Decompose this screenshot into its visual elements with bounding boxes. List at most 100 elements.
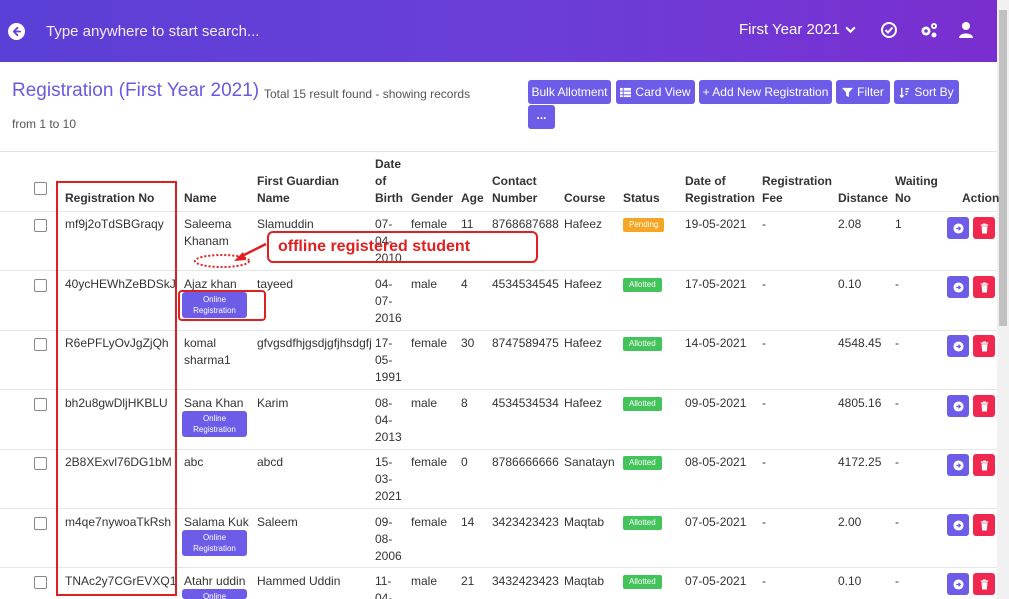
col-header-contact[interactable]: Contact Number (492, 173, 552, 207)
col-header-waiting-no[interactable]: Waiting No (895, 173, 943, 207)
cell-guardian: gfvgsdfhjgsdjgfjhsdgfj (257, 336, 372, 350)
cell-course: Hafeez (564, 277, 603, 291)
arrow-right-circle-icon (952, 281, 964, 293)
cell-registration-fee: - (762, 574, 766, 588)
back-arrow-icon[interactable] (8, 23, 25, 40)
col-header-action: Action (962, 191, 1000, 205)
trash-icon (980, 578, 988, 590)
filter-icon (842, 87, 854, 97)
year-select[interactable]: First Year 2021 (739, 21, 857, 38)
cell-contact: 3423423423 (492, 515, 559, 529)
row-checkbox[interactable] (34, 457, 47, 470)
delete-button[interactable] (973, 573, 995, 595)
delete-button[interactable] (973, 395, 995, 417)
delete-button[interactable] (973, 217, 995, 239)
col-header-gender[interactable]: Gender (411, 190, 453, 207)
col-header-dob[interactable]: Date of Birth (375, 156, 405, 207)
sort-icon (899, 87, 910, 98)
col-header-age[interactable]: Age (461, 190, 484, 207)
delete-button[interactable] (973, 276, 995, 298)
sort-by-label: Sort By (914, 85, 954, 99)
view-details-button[interactable] (947, 276, 969, 298)
more-options-button[interactable]: ... (528, 105, 555, 129)
cell-date-of-registration: 09-05-2021 (685, 396, 747, 410)
add-new-registration-button[interactable]: + Add New Registration (699, 80, 832, 104)
cell-gender: male (411, 574, 438, 588)
arrow-right-circle-icon (952, 400, 964, 412)
cell-name: Sana Khan (184, 396, 244, 410)
scrollbar-thumb[interactable] (999, 10, 1007, 326)
cell-registration-fee: - (762, 336, 766, 350)
col-header-status[interactable]: Status (623, 190, 660, 207)
view-details-button[interactable] (947, 217, 969, 239)
card-view-button[interactable]: Card View (616, 80, 695, 104)
sort-by-button[interactable]: Sort By (894, 80, 959, 104)
arrow-right-circle-icon (952, 519, 964, 531)
check-circle-icon[interactable] (880, 21, 898, 39)
cell-registration-fee: - (762, 217, 766, 231)
col-header-distance[interactable]: Distance (838, 190, 888, 207)
top-bar: First Year 2021 (0, 0, 997, 62)
online-registration-badge: Online Registration (182, 589, 247, 599)
cell-dob: 08-04-2013 (375, 396, 402, 444)
cell-waiting-no: - (895, 455, 899, 469)
more-options-label: ... (536, 108, 547, 122)
cell-distance: 2.00 (838, 515, 862, 529)
delete-button[interactable] (973, 514, 995, 536)
result-range: from 1 to 10 (12, 117, 77, 131)
col-header-registration-fee[interactable]: Registration Fee (762, 173, 834, 207)
cell-registration-fee: - (762, 515, 766, 529)
view-details-button[interactable] (947, 514, 969, 536)
row-checkbox[interactable] (34, 576, 47, 589)
header-divider (0, 151, 997, 152)
col-header-course[interactable]: Course (564, 190, 605, 207)
cell-waiting-no: - (895, 515, 899, 529)
cell-name: Atahr uddin (184, 574, 246, 588)
annotation-registration-column-box (56, 181, 177, 596)
search-input[interactable] (46, 20, 446, 42)
trash-icon (980, 281, 988, 293)
filter-button[interactable]: Filter (836, 80, 890, 104)
cell-gender: female (411, 515, 448, 529)
view-details-button[interactable] (947, 573, 969, 595)
cell-name: abc (184, 455, 204, 469)
delete-button[interactable] (973, 454, 995, 476)
cell-waiting-no: - (895, 574, 899, 588)
cell-dob: 17-05-1991 (375, 336, 402, 384)
add-new-registration-label: + Add New Registration (702, 85, 829, 99)
row-checkbox[interactable] (34, 517, 47, 530)
cell-contact: 8786666666 (492, 455, 559, 469)
col-header-date-of-registration[interactable]: Date of Registration (685, 173, 757, 207)
col-header-name[interactable]: Name (184, 190, 217, 207)
row-checkbox[interactable] (34, 338, 47, 351)
cell-contact: 3432423423 (492, 574, 559, 588)
cell-waiting-no: - (895, 396, 899, 410)
cell-waiting-no: - (895, 277, 899, 291)
cell-distance: 0.10 (838, 574, 862, 588)
view-details-button[interactable] (947, 454, 969, 476)
trash-icon (980, 519, 988, 531)
status-badge: Allotted (623, 516, 662, 530)
year-select-label: First Year 2021 (739, 21, 840, 38)
result-summary: Total 15 result found - showing records (264, 87, 471, 101)
col-header-guardian[interactable]: First Guardian Name (257, 173, 357, 207)
row-checkbox[interactable] (34, 279, 47, 292)
view-details-button[interactable] (947, 335, 969, 357)
cell-distance: 0.10 (838, 277, 862, 291)
cell-age: 8 (461, 396, 468, 410)
view-details-button[interactable] (947, 395, 969, 417)
user-icon[interactable] (957, 21, 975, 39)
select-all-checkbox[interactable] (34, 182, 47, 195)
bulk-allotment-button[interactable]: Bulk Allotment (528, 80, 611, 104)
annotation-arrow (194, 242, 267, 268)
online-registration-badge: Online Registration (182, 530, 247, 556)
row-checkbox[interactable] (34, 219, 47, 232)
cogs-icon[interactable] (918, 21, 940, 39)
cell-distance: 4172.25 (838, 455, 882, 469)
annotation-callout: offline registered student (267, 231, 538, 263)
cell-registration-fee: - (762, 396, 766, 410)
row-checkbox[interactable] (34, 398, 47, 411)
delete-button[interactable] (973, 335, 995, 357)
grid-icon (620, 87, 632, 97)
filter-label: Filter (857, 85, 884, 99)
